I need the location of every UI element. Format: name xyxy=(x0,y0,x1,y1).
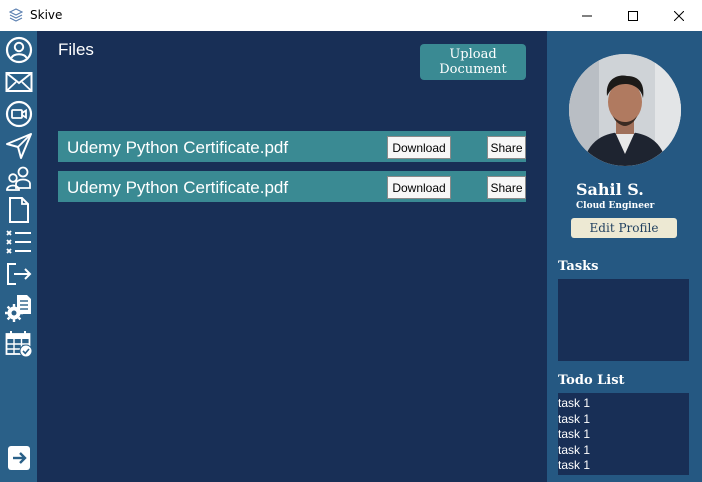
minimize-button[interactable] xyxy=(564,0,610,31)
documents-nav-button[interactable] xyxy=(4,195,33,224)
file-name: Udemy Python Certificate.pdf xyxy=(67,138,289,157)
settings-nav-button[interactable] xyxy=(4,293,33,322)
profile-icon xyxy=(5,36,32,63)
avatar xyxy=(569,54,681,166)
task-list-icon xyxy=(5,229,31,254)
upload-document-button[interactable]: Upload Document xyxy=(420,44,526,80)
logout-nav-button[interactable] xyxy=(4,259,33,288)
file-row: Udemy Python Certificate.pdf Download Sh… xyxy=(58,171,526,202)
edit-profile-button[interactable]: Edit Profile xyxy=(571,218,677,238)
profile-role: Cloud Engineer xyxy=(576,201,655,211)
files-panel: Files Upload Document Udemy Python Certi… xyxy=(37,31,547,482)
app-logo-icon xyxy=(9,8,23,22)
share-button[interactable]: Share xyxy=(487,136,526,159)
maximize-icon xyxy=(628,10,638,21)
video-call-nav-button[interactable] xyxy=(4,99,33,128)
download-button[interactable]: Download xyxy=(387,176,451,199)
todo-item: task 1 xyxy=(558,427,591,442)
maximize-button[interactable] xyxy=(610,0,656,31)
profile-photo xyxy=(569,54,681,166)
file-name: Udemy Python Certificate.pdf xyxy=(67,178,289,197)
profile-nav-button[interactable] xyxy=(4,35,33,64)
document-icon xyxy=(8,196,29,223)
file-row: Udemy Python Certificate.pdf Download Sh… xyxy=(58,131,526,162)
video-call-icon xyxy=(5,100,32,127)
tasks-nav-button[interactable] xyxy=(4,227,33,256)
users-icon xyxy=(5,166,31,191)
sidebar xyxy=(0,31,37,482)
todo-item: task 1 xyxy=(558,458,591,473)
send-icon xyxy=(5,132,32,159)
expand-sidebar-button[interactable] xyxy=(4,443,33,472)
todo-item: task 1 xyxy=(558,396,591,410)
calendar-nav-button[interactable] xyxy=(4,329,33,358)
close-button[interactable] xyxy=(656,0,702,31)
tasks-box xyxy=(558,279,689,361)
share-button[interactable]: Share xyxy=(487,176,526,199)
arrow-right-icon xyxy=(7,445,30,470)
todo-item: task 1 xyxy=(558,442,591,457)
profile-name: Sahil S. xyxy=(576,180,644,199)
tasks-title: Tasks xyxy=(558,259,599,274)
close-icon xyxy=(674,10,684,21)
page-title: Files xyxy=(58,40,94,59)
profile-panel: Sahil S. Cloud Engineer Edit Profile Tas… xyxy=(547,31,702,482)
title-bar: Skive xyxy=(0,0,702,32)
calendar-check-icon xyxy=(5,330,32,357)
mail-icon xyxy=(5,71,32,92)
mail-nav-button[interactable] xyxy=(4,67,33,96)
todo-title: Todo List xyxy=(558,373,625,388)
window-title: Skive xyxy=(30,8,63,22)
settings-document-icon xyxy=(4,294,31,322)
download-button[interactable]: Download xyxy=(387,136,451,159)
minimize-icon xyxy=(582,15,592,16)
todo-list: task 1 task 1 task 1 task 1 task 1 xyxy=(558,393,689,475)
todo-item: task 1 xyxy=(558,411,591,426)
send-nav-button[interactable] xyxy=(4,131,33,160)
users-nav-button[interactable] xyxy=(4,163,33,192)
logout-icon xyxy=(6,262,31,285)
